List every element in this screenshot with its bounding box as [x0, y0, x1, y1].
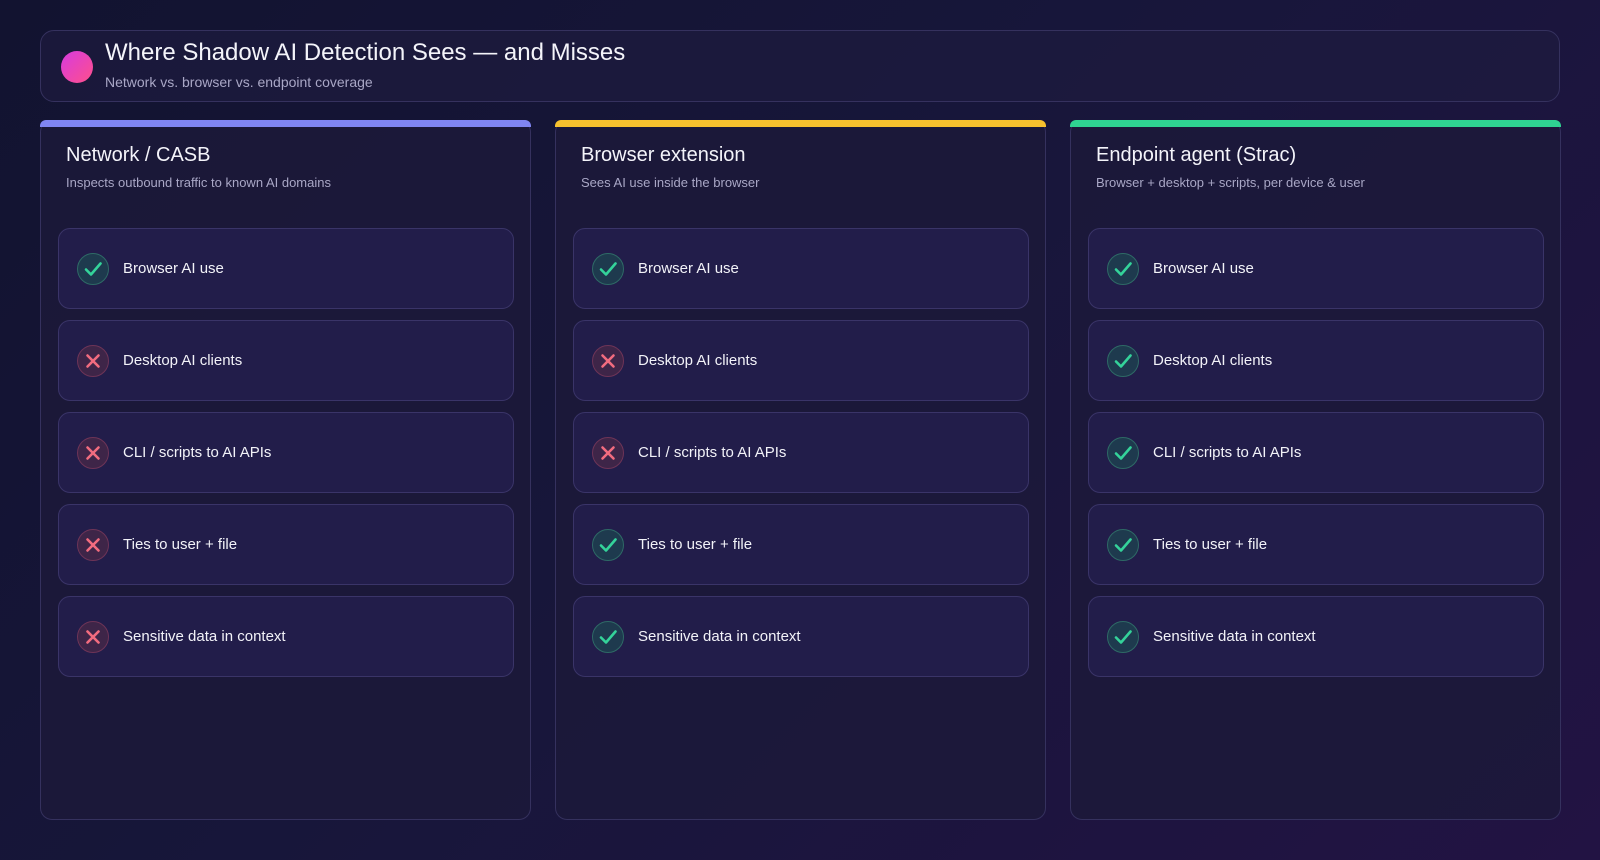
capability-label: Desktop AI clients	[638, 352, 758, 369]
column-network-casb: Network / CASB Inspects outbound traffic …	[40, 120, 531, 820]
cross-icon	[592, 437, 624, 469]
check-icon	[592, 253, 624, 285]
capability-label: Desktop AI clients	[123, 352, 243, 369]
capability-row: CLI / scripts to AI APIs	[58, 412, 514, 493]
capability-row: Browser AI use	[573, 228, 1029, 309]
capability-label: CLI / scripts to AI APIs	[1153, 444, 1302, 461]
capability-row: Ties to user + file	[1088, 504, 1544, 585]
check-icon	[1107, 345, 1139, 377]
check-icon	[1107, 437, 1139, 469]
capability-label: CLI / scripts to AI APIs	[638, 444, 787, 461]
check-icon	[592, 621, 624, 653]
column-subtitle: Sees AI use inside the browser	[581, 175, 760, 190]
capability-label: Ties to user + file	[638, 536, 753, 553]
capability-label: Browser AI use	[123, 260, 224, 277]
capability-label: Ties to user + file	[123, 536, 238, 553]
column-endpoint-agent: Endpoint agent (Strac) Browser + desktop …	[1070, 120, 1561, 820]
logo-dot-icon	[61, 51, 93, 83]
capability-label: Ties to user + file	[1153, 536, 1268, 553]
capability-label: Desktop AI clients	[1153, 352, 1273, 369]
capability-row: Ties to user + file	[58, 504, 514, 585]
check-icon	[592, 529, 624, 561]
capability-row: Browser AI use	[58, 228, 514, 309]
capability-row: Ties to user + file	[573, 504, 1029, 585]
capability-row: Browser AI use	[1088, 228, 1544, 309]
capability-row: CLI / scripts to AI APIs	[573, 412, 1029, 493]
cross-icon	[77, 437, 109, 469]
capability-row: Sensitive data in context	[573, 596, 1029, 677]
column-title: Network / CASB	[66, 144, 211, 166]
column-subtitle: Browser + desktop + scripts, per device …	[1096, 175, 1365, 190]
check-icon	[1107, 621, 1139, 653]
cross-icon	[592, 345, 624, 377]
capability-row: Desktop AI clients	[573, 320, 1029, 401]
capability-label: CLI / scripts to AI APIs	[123, 444, 272, 461]
capability-row: CLI / scripts to AI APIs	[1088, 412, 1544, 493]
capability-label: Browser AI use	[1153, 260, 1254, 277]
column-title: Endpoint agent (Strac)	[1096, 144, 1297, 166]
capability-row: Sensitive data in context	[58, 596, 514, 677]
check-icon	[1107, 529, 1139, 561]
capability-row: Desktop AI clients	[1088, 320, 1544, 401]
cross-icon	[77, 621, 109, 653]
cross-icon	[77, 529, 109, 561]
cross-icon	[77, 345, 109, 377]
page-title: Where Shadow AI Detection Sees — and Mis…	[105, 39, 626, 66]
capability-row: Desktop AI clients	[58, 320, 514, 401]
column-browser-extension: Browser extension Sees AI use inside the …	[555, 120, 1046, 820]
capability-label: Sensitive data in context	[1153, 628, 1316, 645]
capability-label: Sensitive data in context	[638, 628, 801, 645]
capability-label: Sensitive data in context	[123, 628, 286, 645]
column-title: Browser extension	[581, 144, 746, 166]
page-subtitle: Network vs. browser vs. endpoint coverag…	[105, 74, 373, 90]
header-panel: Where Shadow AI Detection Sees — and Mis…	[40, 30, 1560, 102]
capability-label: Browser AI use	[638, 260, 739, 277]
column-subtitle: Inspects outbound traffic to known AI do…	[66, 175, 331, 190]
check-icon	[1107, 253, 1139, 285]
capability-row: Sensitive data in context	[1088, 596, 1544, 677]
check-icon	[77, 253, 109, 285]
